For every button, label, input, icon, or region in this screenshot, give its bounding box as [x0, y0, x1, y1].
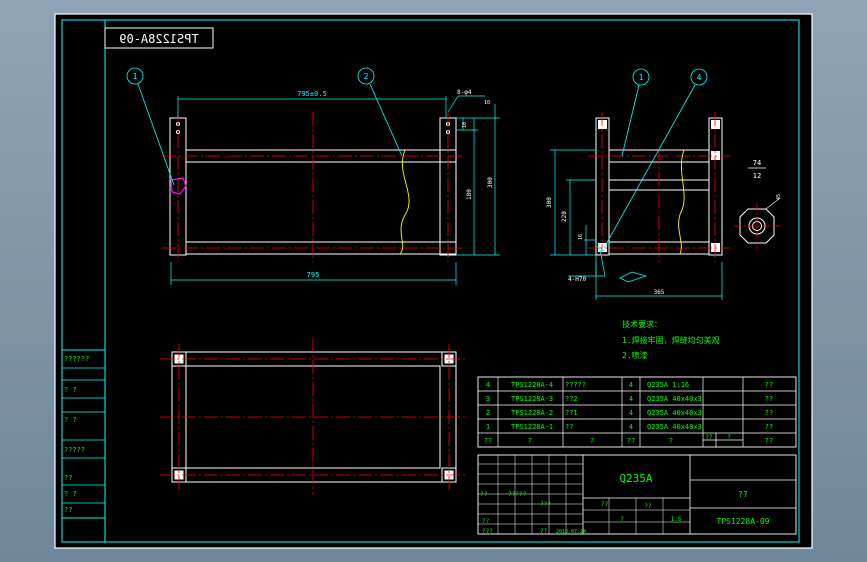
balloon-1-side: 1 [639, 73, 644, 82]
title-drawing-no: TPS1228A-09 [717, 517, 770, 526]
bom-head-material: ? [669, 437, 673, 445]
detail-side-label: 45 [776, 194, 782, 200]
bom-material: Q235A 40x40x3 [647, 395, 702, 403]
title-material: Q235A [619, 472, 652, 485]
bom-no: 4 [486, 381, 490, 389]
mirrored-drawing-number: TPS1228A-09 [119, 32, 198, 46]
bom-remark: ?? [765, 423, 773, 431]
title-scale: 1:5 [671, 516, 682, 523]
bom-name: ?? [565, 423, 573, 431]
balloon-4-side: 4 [697, 73, 702, 82]
bom-head-c2: ? [727, 434, 731, 441]
dim-front-bottom: 795 [307, 271, 320, 279]
dim-side-left-2: 220 [561, 211, 568, 222]
dim-front-hole: 8-φ4 [457, 89, 472, 96]
title-cell: ?? [601, 501, 609, 508]
bom-head-no: ?? [484, 437, 492, 445]
title-q1: ? [620, 516, 624, 523]
bom-code: TPS1228A-3 [511, 395, 553, 403]
bom-code: TPS1228A-2 [511, 409, 553, 417]
dim-front-right-2: 300 [487, 177, 494, 188]
notes-title: 技术要求： [622, 319, 662, 329]
dim-front-small-3: 10 [462, 122, 468, 128]
drawing-window: TPS1228A-09 ??????? ?? ????????? ??? 795… [54, 13, 813, 549]
dim-front-top: 795±0.5 [297, 90, 327, 98]
left-strip-cell: ????? [64, 446, 85, 454]
bom-head-code: ? [528, 437, 532, 445]
left-strip-cell: ? ? [64, 416, 77, 424]
bom-remark: ?? [765, 381, 773, 389]
notes-line-1: 1.焊接牢固，焊缝均匀美观 [622, 335, 720, 345]
bom-code: TPS1228A-4 [511, 381, 553, 389]
bom-name: ??2 [565, 395, 578, 403]
bom-material: Q235A 40x40x3 [647, 409, 702, 417]
detail-label-top: 74 [753, 159, 761, 167]
bom-qty: 4 [629, 381, 633, 389]
bom-no: 3 [486, 395, 490, 403]
title-name: ?? [738, 490, 748, 499]
bom-remark: ?? [765, 395, 773, 403]
title-date: 2013.07.24 [556, 529, 586, 535]
bom-name: ??1 [565, 409, 578, 417]
dim-side-bottom: 365 [654, 289, 665, 296]
bom-code: TPS1228A-1 [511, 423, 553, 431]
bom-name: ????? [565, 381, 586, 389]
balloon-1-front: 1 [133, 72, 138, 81]
dim-front-right-1: 180 [466, 189, 473, 200]
title-qmark: ?? [644, 503, 652, 510]
bom-head-qty: ?? [627, 437, 635, 445]
left-strip-cell: ?? [64, 506, 72, 514]
left-strip-cell: ?? [64, 474, 72, 482]
dim-side-left-3: 16 [578, 234, 584, 240]
bom-head-remark: ?? [765, 437, 773, 445]
bom-head-c1: ?? [705, 434, 713, 441]
dim-side-left-1: 300 [546, 197, 553, 208]
bom-no: 1 [486, 423, 490, 431]
dim-side-weld: 4-H70 [568, 276, 586, 283]
title-cell: ?? [482, 518, 490, 525]
bom-remark: ?? [765, 409, 773, 417]
title-cell: ??? [540, 501, 551, 508]
left-strip-cell: ? ? [64, 386, 77, 394]
bom-material: Q235A 1:16 [647, 381, 689, 389]
title-cell: ????? [508, 491, 526, 498]
title-cell: ??? [482, 528, 493, 535]
title-cell: ?? [480, 491, 488, 498]
dim-front-small-2: 10 [484, 100, 490, 106]
left-strip-cell: ? ? [64, 490, 77, 498]
bom-no: 2 [486, 409, 490, 417]
balloon-2-front: 2 [364, 72, 369, 81]
detail-label-sub: 12 [753, 172, 761, 180]
bom-material: Q235A 40x40x3 [647, 423, 702, 431]
left-strip-cell: ?????? [64, 355, 89, 363]
bom-qty: 4 [629, 423, 633, 431]
notes-line-2: 2.喷漆 [622, 350, 648, 360]
bom-head-name: ? [590, 437, 594, 445]
title-cell: ?? [540, 528, 548, 535]
bom-qty: 4 [629, 409, 633, 417]
bom-qty: 4 [629, 395, 633, 403]
